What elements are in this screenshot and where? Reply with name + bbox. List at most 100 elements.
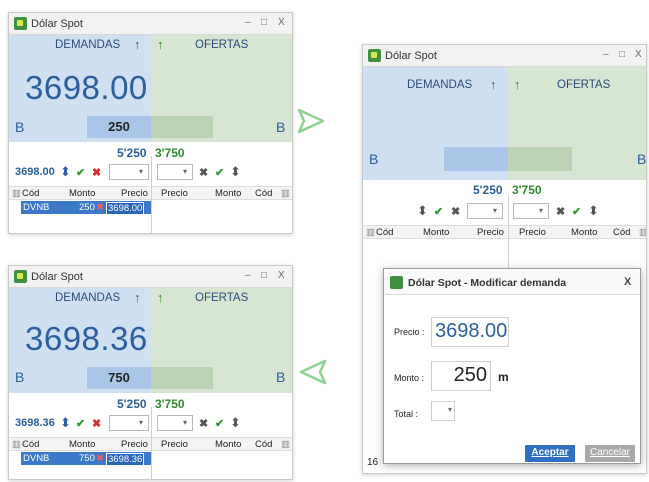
col-cod-offer[interactable]: Cód [613,227,630,238]
offer-monto-box [151,116,213,138]
table-row[interactable]: DVNB 750 ✖ 3698.36 [21,452,152,466]
cancel-x-icon[interactable]: ✖ [92,166,101,179]
total-select[interactable]: ▾ [431,401,455,421]
confirm-check-icon[interactable]: ✔ [76,417,85,430]
accept-button[interactable]: Aceptar [525,445,575,462]
title-bar[interactable]: Dólar Spot – □ X [9,266,292,288]
cancel-x-icon[interactable]: ✖ [556,205,565,218]
dolar-spot-window-after: Dólar Spot – □ X DEMANDAS ↑ ↑ OFERTAS 36… [8,265,293,480]
grid-icon: ▥ [281,188,290,199]
bid-side-letter: B [15,119,25,135]
col-cod-offer[interactable]: Cód [255,439,272,450]
price-spinner-icon[interactable]: ⬍ [60,415,71,431]
flow-arrow-right-icon [297,108,325,134]
cancel-x-icon[interactable]: ✖ [92,417,101,430]
offer-side-letter: B [637,151,647,167]
col-precio-offer[interactable]: Precio [161,188,188,199]
grid-icon: ▥ [12,188,21,199]
offer-price-select[interactable]: ▾ [157,415,193,431]
col-monto-offer[interactable]: Monto [215,439,241,450]
chevron-down-icon: ▾ [182,418,187,427]
offer-monto-box [508,147,572,171]
confirm-check-icon[interactable]: ✔ [76,166,85,179]
arrow-up-icon: ↑ [134,290,141,305]
minimize-icon[interactable]: – [603,49,609,60]
row-cod: DVNB [23,202,50,213]
col-precio-offer[interactable]: Precio [161,439,188,450]
chevron-down-icon: ▾ [492,206,497,215]
col-precio[interactable]: Precio [121,439,148,450]
total-offer: 3'750 [512,183,542,197]
modify-demand-dialog: Dólar Spot - Modificar demanda X Precio … [383,268,641,464]
monto-input[interactable]: 250 [431,361,491,391]
col-monto[interactable]: Monto [423,227,449,238]
col-precio-offer[interactable]: Precio [519,227,546,238]
demandas-label: DEMANDAS [407,79,473,91]
cancel-x-icon[interactable]: ✖ [199,166,208,179]
app-icon [368,49,381,62]
bid-monto-select[interactable]: ▾ [109,415,149,431]
col-monto[interactable]: Monto [69,188,95,199]
bid-price-field[interactable]: 3698.00 [15,166,55,178]
confirm-check-icon[interactable]: ✔ [434,205,443,218]
grid-icon: ▥ [12,439,21,450]
col-monto[interactable]: Monto [69,439,95,450]
table-row[interactable]: DVNB 250 ✖ 3698.00 [21,201,152,215]
maximize-icon[interactable]: □ [619,49,625,60]
title-bar[interactable]: Dólar Spot – □ X [9,13,292,35]
arrow-up-icon: ↑ [157,290,164,305]
precio-value: 3698.00 [435,320,508,342]
maximize-icon[interactable]: □ [261,270,267,281]
close-icon[interactable]: X [624,276,631,288]
col-precio[interactable]: Precio [477,227,504,238]
close-icon[interactable]: X [278,270,285,281]
total-demand: 5'250 [117,146,147,160]
dolar-spot-window-before: Dólar Spot – □ X DEMANDAS ↑ ↑ OFERTAS 36… [8,12,293,234]
chevron-down-icon: ▾ [138,167,143,176]
arrow-up-icon: ↑ [157,37,164,52]
precio-input[interactable]: 3698.00 [431,317,509,347]
window-title: Dólar Spot [31,271,83,283]
close-icon[interactable]: X [278,17,285,28]
cancel-x-icon[interactable]: ✖ [199,417,208,430]
close-icon[interactable]: X [635,49,642,60]
divider [151,407,152,479]
row-precio: 3698.00 [106,202,145,215]
offer-spinner-icon[interactable]: ⬍ [588,203,599,219]
minimize-icon[interactable]: – [245,270,251,281]
offer-price-select[interactable]: ▾ [157,164,193,180]
offer-price-select[interactable]: ▾ [513,203,549,219]
delete-x-icon[interactable]: ✖ [96,453,104,464]
col-cod[interactable]: Cód [22,188,39,199]
chevron-down-icon: ▾ [182,167,187,176]
dialog-title-bar[interactable]: Dólar Spot - Modificar demanda X [384,269,640,295]
price-spinner-icon[interactable]: ⬍ [417,203,428,219]
confirm-check-icon[interactable]: ✔ [215,417,224,430]
col-cod[interactable]: Cód [376,227,393,238]
confirm-check-icon[interactable]: ✔ [572,205,581,218]
row-cod: DVNB [23,453,50,464]
bid-monto-select[interactable]: ▾ [467,203,503,219]
col-monto-offer[interactable]: Monto [215,188,241,199]
offer-spinner-icon[interactable]: ⬍ [230,415,241,431]
bid-price-field[interactable]: 3698.36 [15,417,55,429]
delete-x-icon[interactable]: ✖ [96,202,104,213]
maximize-icon[interactable]: □ [261,17,267,28]
minimize-icon[interactable]: – [245,17,251,28]
monto-value: 250 [453,364,487,386]
ofertas-label: OFERTAS [557,79,611,91]
offer-spinner-icon[interactable]: ⬍ [230,164,241,180]
demandas-label: DEMANDAS [55,39,121,51]
col-cod-offer[interactable]: Cód [255,188,272,199]
window-title: Dólar Spot [385,50,437,62]
offer-monto-box [151,367,213,389]
confirm-check-icon[interactable]: ✔ [215,166,224,179]
cancel-x-icon[interactable]: ✖ [451,205,460,218]
bid-monto-select[interactable]: ▾ [109,164,149,180]
col-precio[interactable]: Precio [121,188,148,199]
cancel-button[interactable]: Cancelar [585,445,635,462]
col-cod[interactable]: Cód [22,439,39,450]
col-monto-offer[interactable]: Monto [571,227,597,238]
title-bar[interactable]: Dólar Spot – □ X [363,45,646,67]
price-spinner-icon[interactable]: ⬍ [60,164,71,180]
